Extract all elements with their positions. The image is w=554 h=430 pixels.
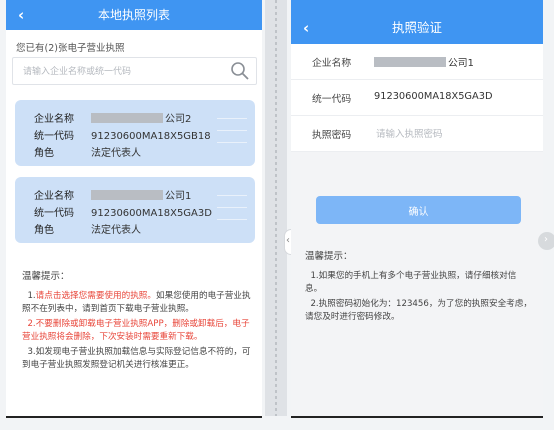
- company-name: 公司1: [165, 191, 192, 202]
- role-label: 角色: [34, 225, 54, 236]
- back-arrow-icon[interactable]: ‹: [303, 10, 309, 46]
- company-row: 企业名称 公司1: [291, 44, 543, 80]
- redaction-mask: [91, 113, 163, 123]
- code-label: 统一代码: [34, 208, 74, 219]
- search-icon[interactable]: [230, 61, 250, 81]
- company-label: 企业名称: [312, 58, 352, 69]
- company-name: 公司2: [165, 114, 192, 125]
- card-role-row: 角色 法定代表人: [34, 144, 141, 159]
- code-label: 统一代码: [34, 131, 74, 142]
- tip-item-warning: 2.不要删除或卸载电子营业执照APP，删除或卸载后，电子营业执照将会删除，下次安…: [22, 318, 250, 343]
- tips-title: 温馨提示：: [305, 251, 353, 262]
- card-company-row: 企业名称 公司1: [34, 187, 191, 202]
- card-code-row: 统一代码 91230600MA18X5GA3D: [34, 204, 212, 219]
- next-page-button[interactable]: ›: [538, 232, 554, 250]
- redaction-mask: [374, 57, 446, 67]
- header-bar: ‹ 本地执照列表: [6, 0, 262, 30]
- company-label: 企业名称: [34, 191, 74, 202]
- tips-section: 温馨提示： 1.请点击选择您需要使用的执照。如果您使用的电子营业执照不在列表中，…: [22, 270, 254, 374]
- page-title: 执照验证: [391, 20, 442, 35]
- search-box[interactable]: [12, 57, 257, 85]
- card-role-row: 角色 法定代表人: [34, 221, 141, 236]
- password-input[interactable]: [374, 125, 528, 143]
- card-code-row: 统一代码 91230600MA18X5GB18: [34, 127, 211, 142]
- license-card[interactable]: 企业名称 公司2 统一代码 91230600MA18X5GB18 角色 法定代表人: [15, 100, 255, 166]
- company-label: 企业名称: [34, 114, 74, 125]
- verify-form: 企业名称 公司1 统一代码 91230600MA18X5GA3D 执照密码: [291, 44, 543, 152]
- search-input[interactable]: [21, 63, 225, 81]
- code-row: 统一代码 91230600MA18X5GA3D: [291, 80, 543, 116]
- card-company-row: 企业名称 公司2: [34, 110, 191, 125]
- tip-item: 1.如果您的手机上有多个电子营业执照，请仔细核对信息。: [305, 270, 517, 295]
- password-row: 执照密码: [291, 116, 543, 152]
- role-label: 角色: [34, 148, 54, 159]
- password-label: 执照密码: [312, 130, 352, 141]
- header-bar: ‹ 执照验证: [291, 10, 543, 44]
- redaction-mask: [91, 190, 163, 200]
- tip-item: 2.执照密码初始化为：123456，为了您的执照安全考虑，请您及时进行密码修改。: [305, 298, 532, 323]
- tip-item: 3.如发现电子营业执照加载信息与实际登记信息不符的，可到电子营业执照发照登记机关…: [22, 346, 251, 371]
- tips-title: 温馨提示：: [22, 271, 70, 282]
- back-arrow-icon[interactable]: ‹: [18, 0, 24, 30]
- tips-section: 温馨提示： 1.如果您的手机上有多个电子营业执照，请仔细核对信息。 2.执照密码…: [305, 250, 533, 326]
- license-count-text: 您已有(2)张电子营业执照: [16, 43, 125, 54]
- unified-code: 91230600MA18X5GA3D: [374, 91, 493, 102]
- page-title: 本地执照列表: [97, 8, 170, 22]
- company-name: 公司1: [448, 58, 474, 69]
- chevron-left-icon: ‹: [286, 235, 290, 246]
- license-card[interactable]: 企业名称 公司1 统一代码 91230600MA18X5GA3D 角色 法定代表人: [15, 177, 255, 243]
- unified-code: 91230600MA18X5GB18: [91, 131, 211, 142]
- code-label: 统一代码: [312, 94, 352, 105]
- unified-code: 91230600MA18X5GA3D: [91, 208, 212, 219]
- confirm-button[interactable]: 确认: [316, 196, 521, 224]
- tip-highlight: 请点击选择您需要使用的执照。: [35, 290, 156, 301]
- chevron-right-icon: ›: [544, 234, 548, 245]
- tip-item: 1.请点击选择您需要使用的执照。如果您使用的电子营业执照不在列表中，请到首页下载…: [22, 290, 251, 315]
- license-verify-screen: ‹ 执照验证 企业名称 公司1 统一代码 91230600MA18X5GA3D …: [291, 0, 543, 418]
- role-value: 法定代表人: [91, 225, 141, 236]
- panel-divider[interactable]: ‹: [265, 0, 298, 416]
- role-value: 法定代表人: [91, 148, 141, 159]
- license-list-screen: ‹ 本地执照列表 您已有(2)张电子营业执照 企业名称 公司2 统一代码 91230…: [6, 0, 262, 418]
